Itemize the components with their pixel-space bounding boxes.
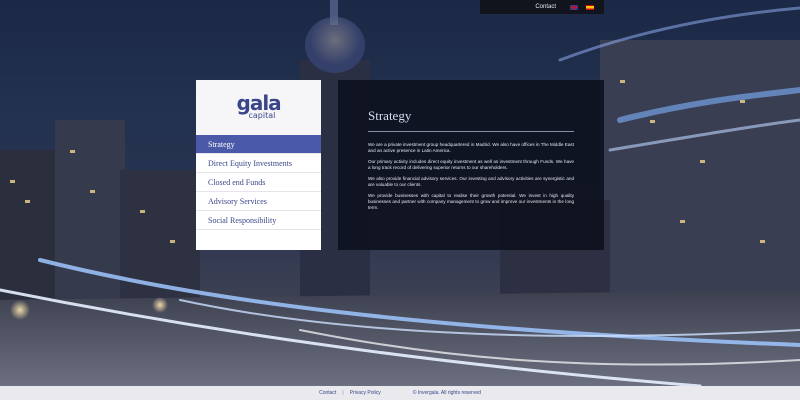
menu-item-advisory-services[interactable]: Advisory Services <box>196 192 321 211</box>
menu-item-direct-equity-investments[interactable]: Direct Equity Investments <box>196 154 321 173</box>
logo-word: gala <box>236 90 282 115</box>
content-panel: Strategy We are a private investment gro… <box>338 80 604 250</box>
section-menu: Strategy Direct Equity Investments Close… <box>196 135 321 230</box>
es-flag-icon[interactable] <box>586 4 594 10</box>
menu-item-strategy[interactable]: Strategy <box>196 135 321 154</box>
footer-privacy-link[interactable]: Privacy Policy <box>350 390 381 396</box>
title-divider <box>368 131 574 132</box>
footer-separator: | <box>342 390 344 396</box>
menu-item-social-responsibility[interactable]: Social Responsibility <box>196 211 321 230</box>
footer-contact-link[interactable]: Contact <box>319 390 336 396</box>
footer: Contact | Privacy Policy © Invergala. Al… <box>0 386 800 400</box>
menu-item-closed-end-funds[interactable]: Closed end Funds <box>196 173 321 192</box>
logo-sub: capital <box>248 110 276 120</box>
gala-capital-logo[interactable]: gala capital <box>236 90 282 123</box>
en-flag-icon[interactable] <box>570 4 578 10</box>
top-bar: Contact <box>480 0 604 14</box>
topbar-contact-link[interactable]: Contact <box>535 4 556 10</box>
content-paragraph: We provide businesses with capital to re… <box>368 193 574 210</box>
content-paragraph: We also provide financial advisory servi… <box>368 176 574 187</box>
nav-panel: gala capital Strategy Direct Equity Inve… <box>196 80 321 250</box>
footer-copyright: © Invergala. All rights reserved <box>412 390 481 396</box>
content-paragraph: Our primary activity includes direct equ… <box>368 159 574 170</box>
page-title: Strategy <box>368 108 412 123</box>
content-paragraph: We are a private investment group headqu… <box>368 142 574 153</box>
logo-box[interactable]: gala capital <box>196 80 321 135</box>
